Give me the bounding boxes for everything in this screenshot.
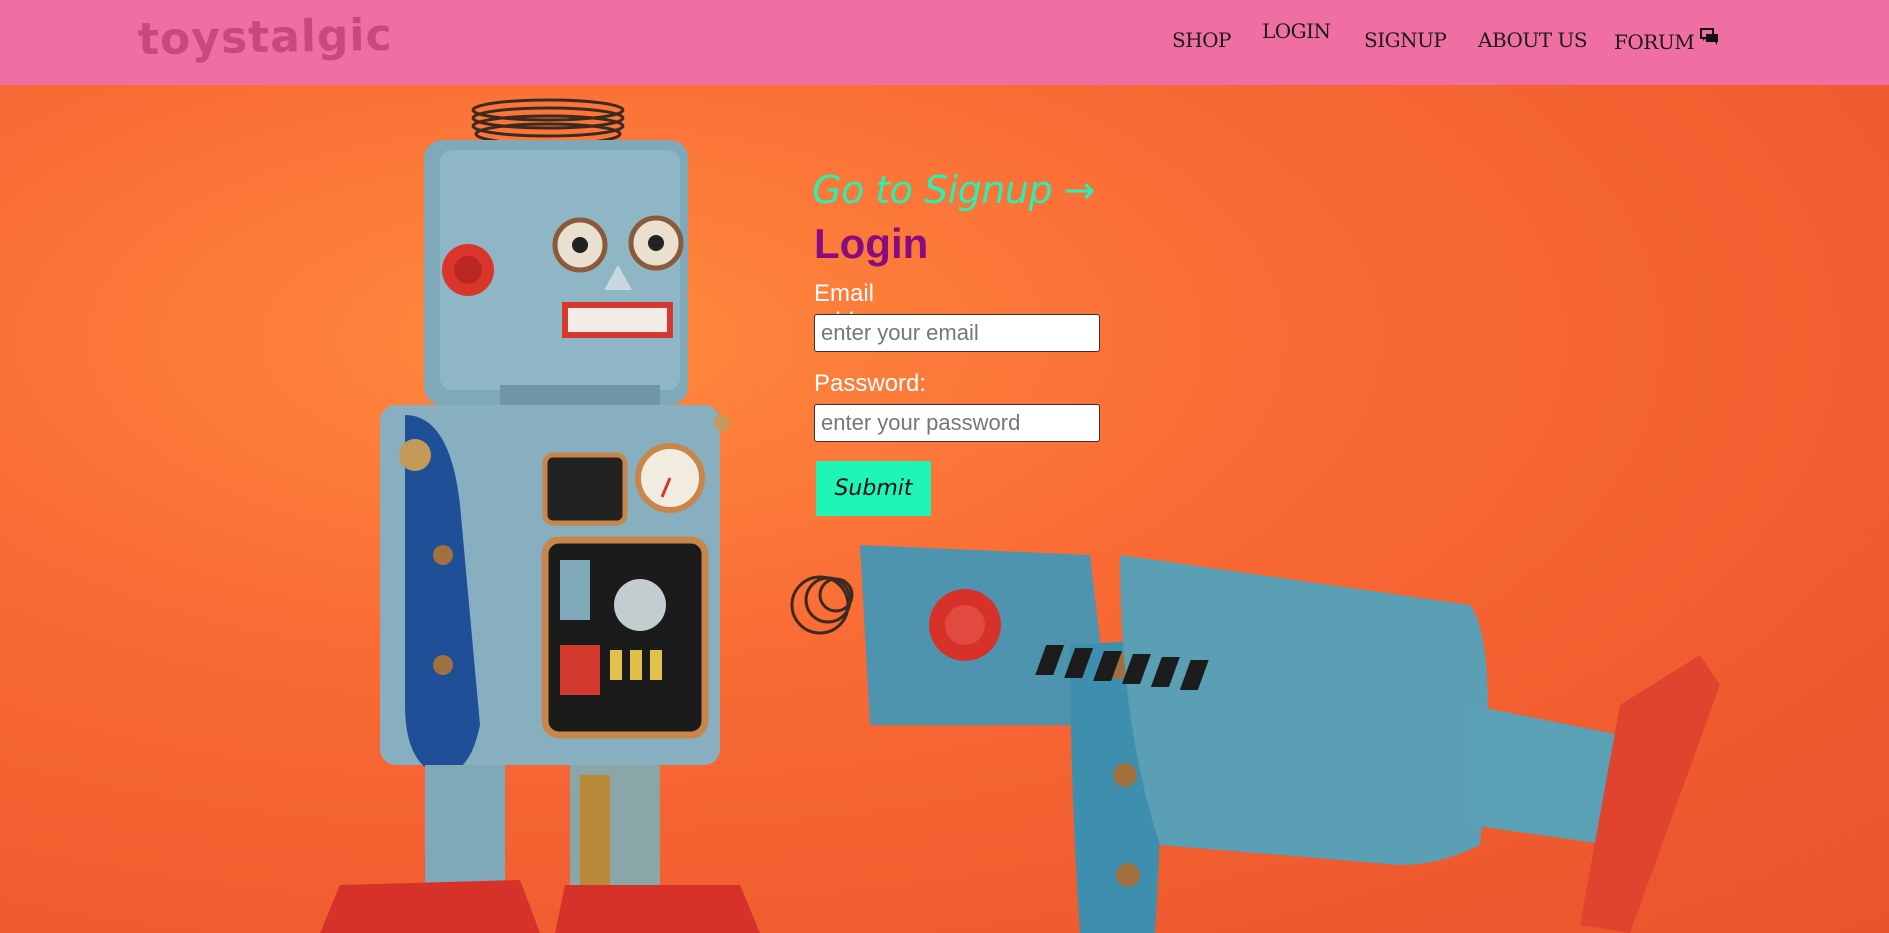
nav-about-link[interactable]: ABOUT US [1478,28,1588,52]
password-input[interactable] [814,404,1100,442]
nav-shop-link[interactable]: SHOP [1172,28,1232,52]
nav-signup-link[interactable]: SIGNUP [1364,28,1447,52]
brand-logo[interactable]: toystalgic [138,10,393,65]
nav-forum-label: FORUM [1614,30,1695,54]
standing-robot-image [320,98,760,933]
submit-button[interactable]: Submit [816,461,931,516]
lying-robot-image [790,545,1720,933]
login-heading: Login [814,220,929,267]
robot-toys-illustration [320,98,1720,933]
password-label: Password: [814,370,927,397]
top-navbar: toystalgic SHOP LOGIN SIGNUP ABOUT US FO… [0,0,1889,85]
email-input[interactable] [814,314,1100,352]
go-to-signup-link[interactable]: Go to Signup → [812,168,1096,212]
chat-bubbles-icon [1700,28,1720,45]
nav-forum-link[interactable]: FORUM [1614,28,1720,54]
nav-login-link[interactable]: LOGIN [1262,19,1331,43]
hero-background [0,85,1889,933]
